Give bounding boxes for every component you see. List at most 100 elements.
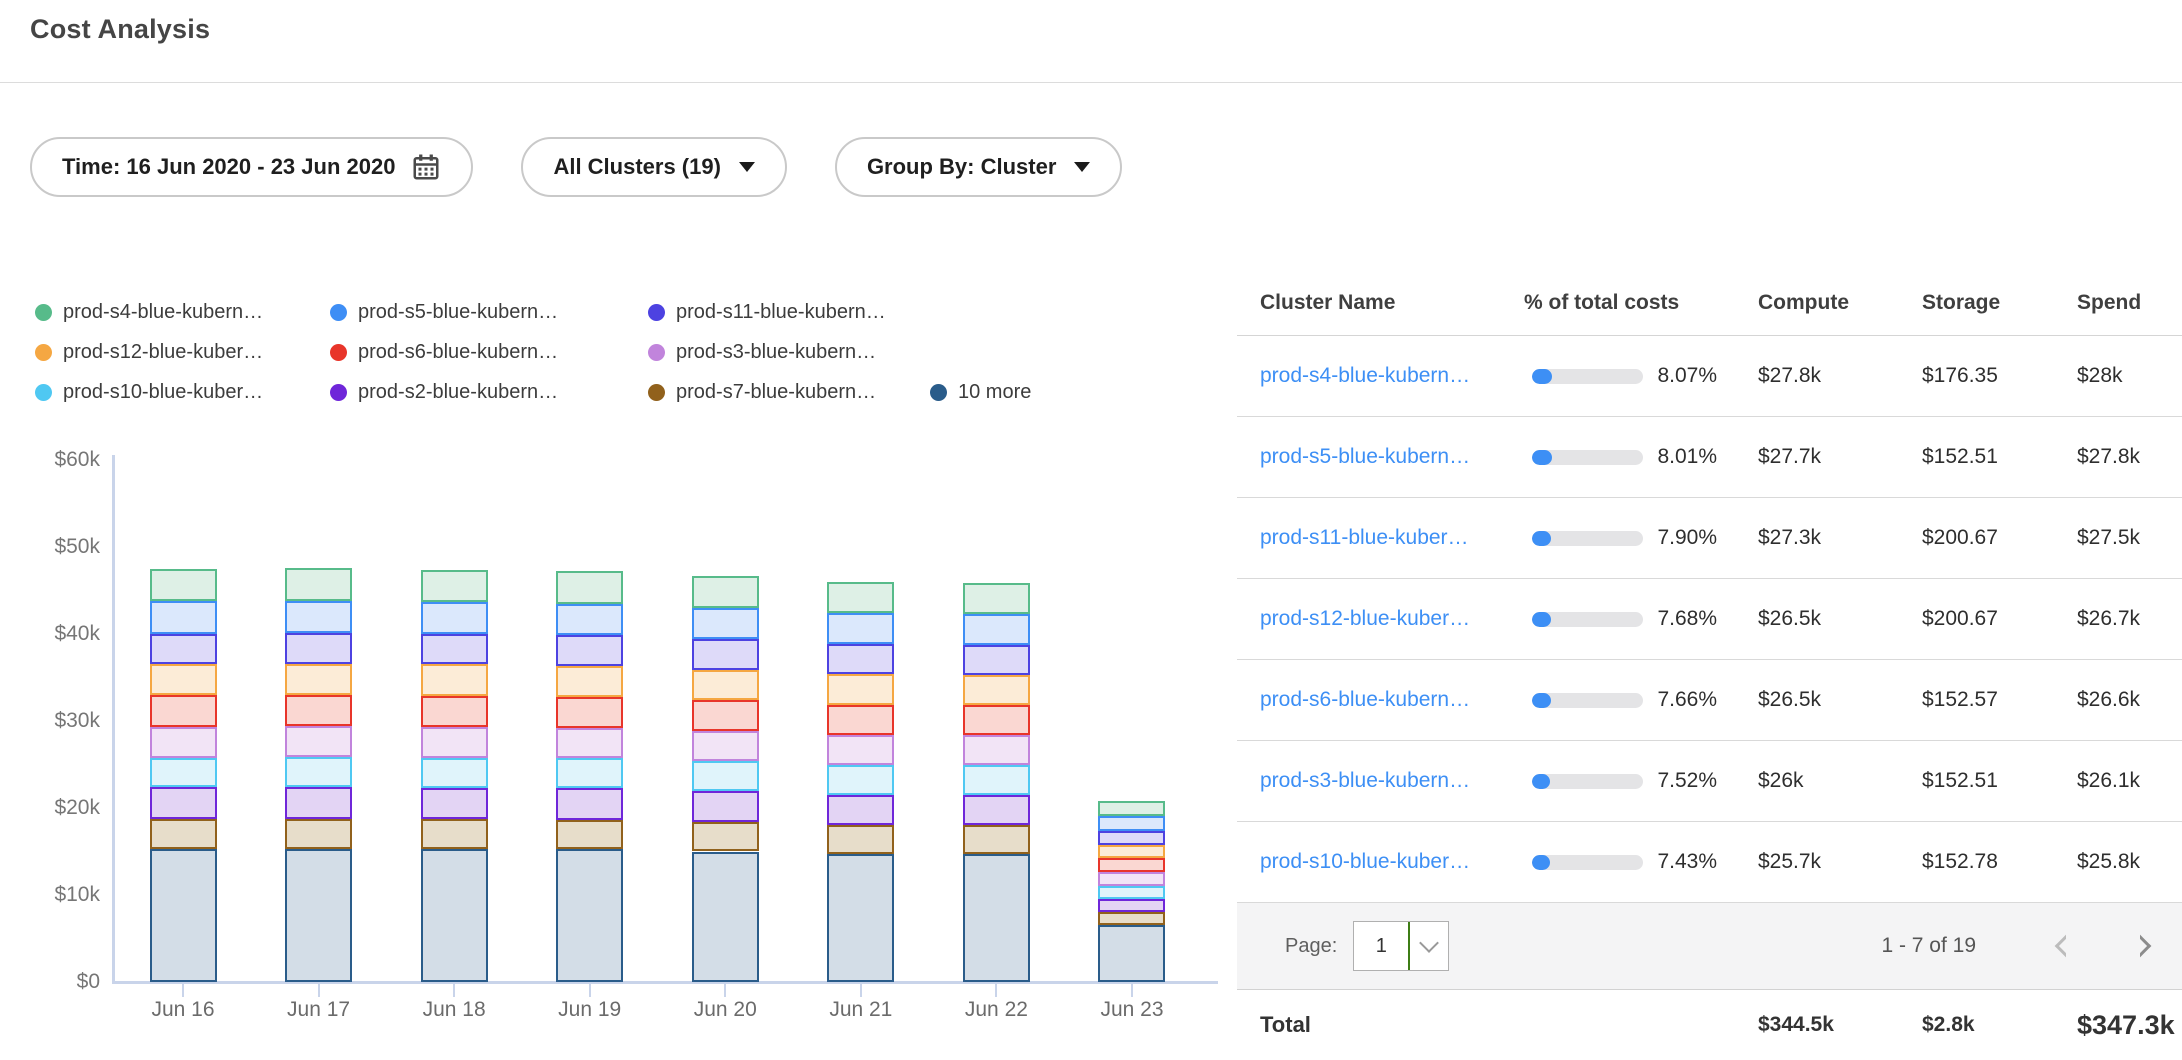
bar-segment[interactable]	[556, 571, 623, 603]
bar-segment[interactable]	[963, 705, 1030, 735]
bar-segment[interactable]	[692, 608, 759, 639]
bar-segment[interactable]	[692, 731, 759, 761]
bar-segment[interactable]	[963, 825, 1030, 854]
previous-page-button[interactable]	[2055, 935, 2078, 958]
bar-segment[interactable]	[556, 788, 623, 820]
bar-segment[interactable]	[285, 787, 352, 819]
bar-segment[interactable]	[285, 819, 352, 849]
bar-segment[interactable]	[421, 570, 488, 602]
bar-segment[interactable]	[150, 849, 217, 982]
bar-segment[interactable]	[150, 664, 217, 695]
bar-segment[interactable]	[1098, 816, 1165, 831]
bar-segment[interactable]	[963, 735, 1030, 765]
clusters-filter-dropdown[interactable]: All Clusters (19)	[521, 137, 787, 197]
bar-segment[interactable]	[285, 664, 352, 695]
bar-segment[interactable]	[963, 614, 1030, 645]
bar-segment[interactable]	[421, 634, 488, 664]
cluster-link[interactable]: prod-s4-blue-kubern…	[1260, 364, 1470, 387]
bar-segment[interactable]	[556, 849, 623, 982]
bar-segment[interactable]	[692, 700, 759, 731]
bar-segment[interactable]	[556, 604, 623, 636]
bar-segment[interactable]	[827, 735, 894, 765]
time-range-filter[interactable]: Time: 16 Jun 2020 - 23 Jun 2020	[30, 137, 473, 197]
bar-segment[interactable]	[827, 582, 894, 613]
cluster-link[interactable]: prod-s6-blue-kubern…	[1260, 688, 1470, 711]
legend-item[interactable]: 10 more	[930, 376, 1031, 408]
bar-segment[interactable]	[150, 634, 217, 664]
bar-segment[interactable]	[963, 795, 1030, 826]
legend-item[interactable]: prod-s11-blue-kubern…	[648, 296, 886, 328]
bar-segment[interactable]	[556, 635, 623, 665]
bar-segment[interactable]	[421, 819, 488, 849]
bar-segment[interactable]	[827, 825, 894, 854]
bar-segment[interactable]	[421, 664, 488, 695]
bar-segment[interactable]	[1098, 886, 1165, 899]
bar-segment[interactable]	[150, 695, 217, 726]
bar-segment[interactable]	[285, 601, 352, 633]
bar-segment[interactable]	[285, 695, 352, 726]
legend-item[interactable]: prod-s5-blue-kubern…	[330, 296, 558, 328]
bar-segment[interactable]	[692, 791, 759, 822]
bar-segment[interactable]	[963, 675, 1030, 705]
bar-segment[interactable]	[1098, 872, 1165, 886]
bar-segment[interactable]	[827, 644, 894, 674]
bar-segment[interactable]	[285, 757, 352, 787]
bar-segment[interactable]	[827, 795, 894, 826]
bar-segment[interactable]	[556, 758, 623, 788]
legend-item[interactable]: prod-s10-blue-kuber…	[35, 376, 263, 408]
cluster-link[interactable]: prod-s10-blue-kuber…	[1260, 850, 1470, 873]
bar-segment[interactable]	[556, 820, 623, 849]
page-select[interactable]: 1	[1353, 921, 1449, 971]
legend-item[interactable]: prod-s7-blue-kubern…	[648, 376, 876, 408]
bar-segment[interactable]	[150, 601, 217, 633]
bar-segment[interactable]	[692, 852, 759, 983]
bar-segment[interactable]	[556, 697, 623, 728]
cluster-link[interactable]: prod-s5-blue-kubern…	[1260, 445, 1470, 468]
bar-segment[interactable]	[285, 568, 352, 601]
bar-segment[interactable]	[421, 602, 488, 634]
bar-segment[interactable]	[692, 761, 759, 791]
bar-segment[interactable]	[285, 726, 352, 757]
bar-segment[interactable]	[421, 727, 488, 758]
cluster-link[interactable]: prod-s3-blue-kubern…	[1260, 769, 1470, 792]
bar-segment[interactable]	[150, 819, 217, 849]
bar-segment[interactable]	[827, 613, 894, 644]
bar-segment[interactable]	[1098, 831, 1165, 845]
bar-segment[interactable]	[421, 758, 488, 788]
bar-segment[interactable]	[556, 728, 623, 758]
bar-segment[interactable]	[285, 633, 352, 664]
bar-segment[interactable]	[556, 666, 623, 697]
legend-item[interactable]: prod-s3-blue-kubern…	[648, 336, 876, 368]
bar-segment[interactable]	[692, 822, 759, 851]
bar-segment[interactable]	[1098, 801, 1165, 816]
legend-item[interactable]: prod-s4-blue-kubern…	[35, 296, 263, 328]
bar-segment[interactable]	[150, 787, 217, 819]
legend-item[interactable]: prod-s6-blue-kubern…	[330, 336, 558, 368]
bar-segment[interactable]	[421, 788, 488, 820]
bar-segment[interactable]	[963, 854, 1030, 982]
group-by-dropdown[interactable]: Group By: Cluster	[835, 137, 1122, 197]
bar-segment[interactable]	[421, 696, 488, 727]
legend-item[interactable]: prod-s12-blue-kuber…	[35, 336, 263, 368]
bar-segment[interactable]	[963, 645, 1030, 675]
cluster-link[interactable]: prod-s12-blue-kuber…	[1260, 607, 1470, 630]
bar-segment[interactable]	[421, 849, 488, 982]
bar-segment[interactable]	[150, 727, 217, 758]
bar-segment[interactable]	[827, 705, 894, 735]
bar-segment[interactable]	[692, 670, 759, 700]
bar-segment[interactable]	[150, 569, 217, 601]
bar-segment[interactable]	[963, 765, 1030, 794]
bar-segment[interactable]	[963, 583, 1030, 614]
bar-segment[interactable]	[1098, 925, 1165, 982]
bar-segment[interactable]	[285, 849, 352, 982]
bar-segment[interactable]	[827, 674, 894, 704]
next-page-button[interactable]	[2129, 935, 2152, 958]
bar-segment[interactable]	[827, 765, 894, 794]
legend-item[interactable]: prod-s2-blue-kubern…	[330, 376, 558, 408]
bar-segment[interactable]	[692, 639, 759, 669]
bar-segment[interactable]	[150, 758, 217, 788]
bar-segment[interactable]	[1098, 858, 1165, 872]
bar-segment[interactable]	[692, 576, 759, 608]
bar-segment[interactable]	[1098, 912, 1165, 925]
bar-segment[interactable]	[827, 854, 894, 982]
